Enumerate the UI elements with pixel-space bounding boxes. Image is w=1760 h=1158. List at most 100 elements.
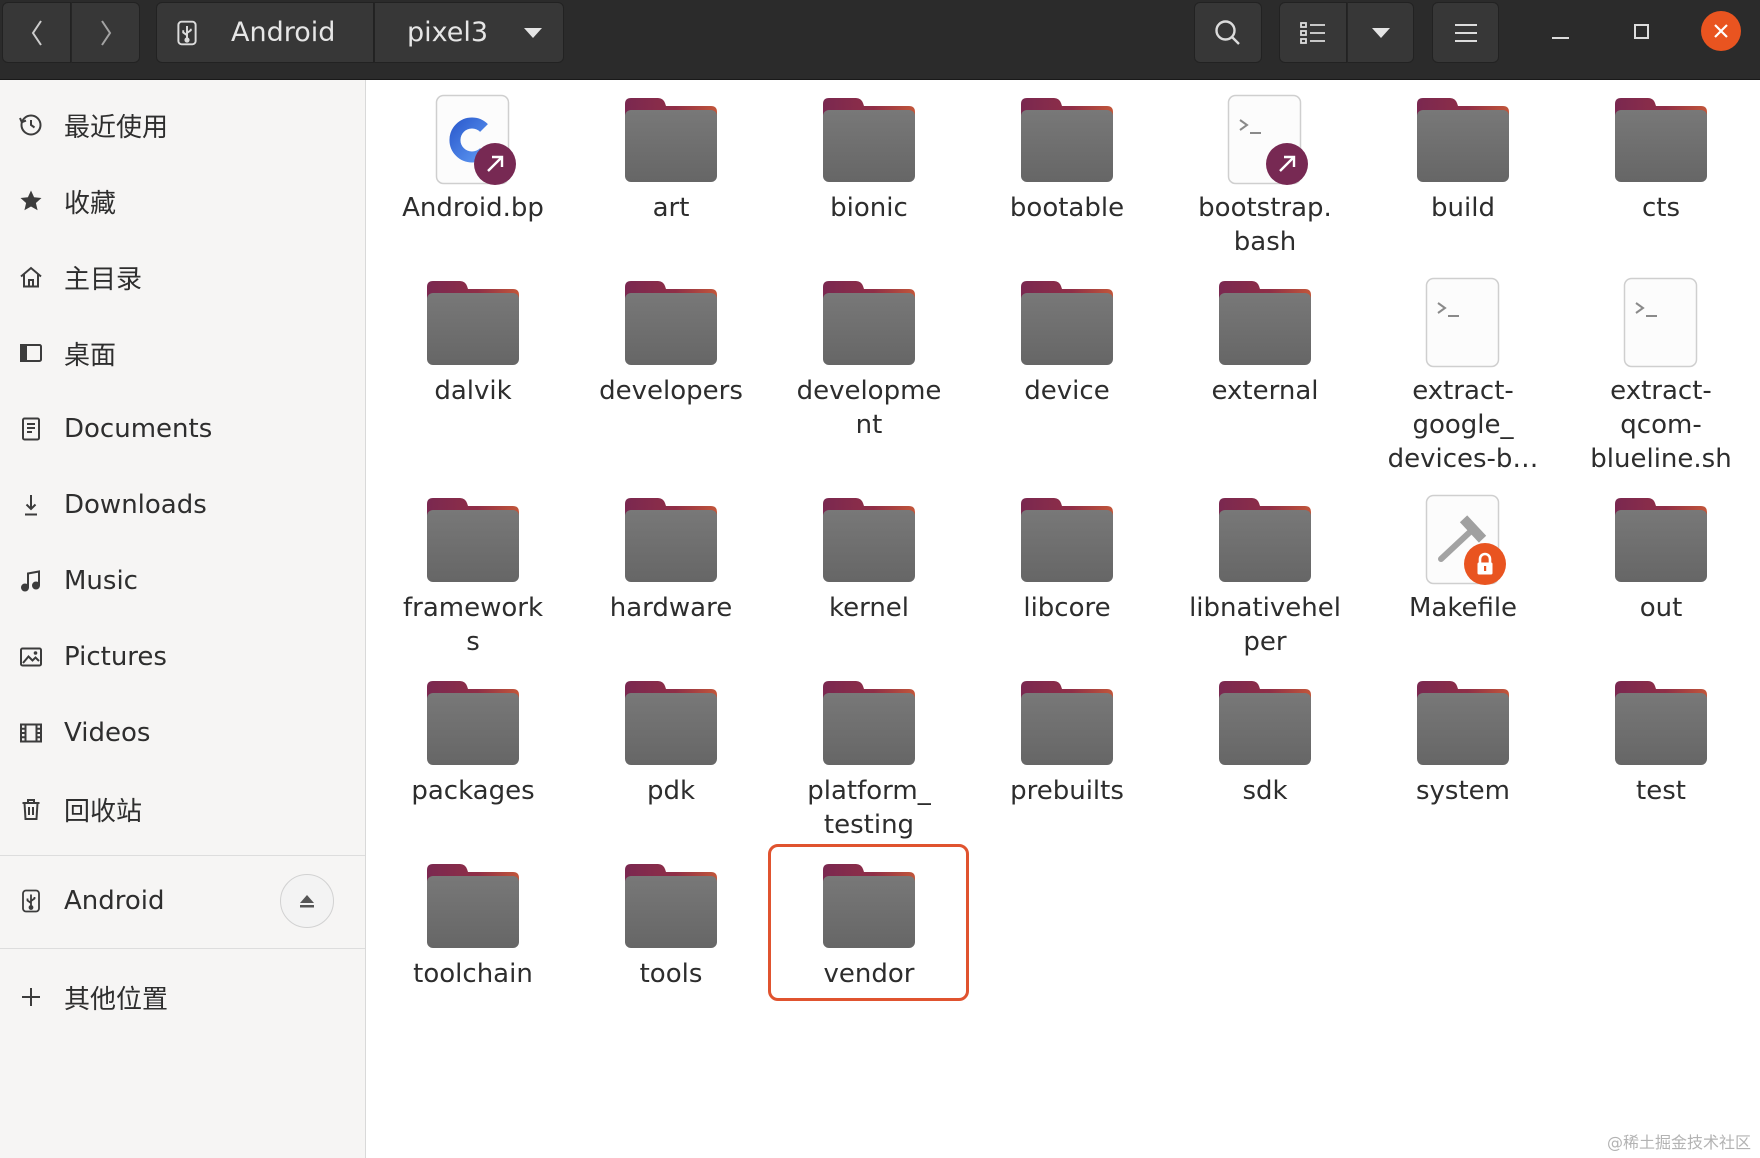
folder-icon [819, 276, 919, 368]
folder-item[interactable]: kernel [774, 493, 964, 625]
folder-icon [1611, 493, 1711, 585]
item-label: hardware [609, 593, 733, 623]
view-options-button[interactable] [1347, 2, 1414, 63]
sidebar-device-android[interactable]: Android [0, 863, 365, 939]
folder-icon [621, 493, 721, 585]
item-label: system [1416, 776, 1510, 806]
folder-item[interactable]: bootable [972, 93, 1162, 225]
lock-badge-icon [1463, 542, 1507, 586]
dropdown-triangle-icon[interactable] [524, 28, 542, 38]
sidebar-item-music[interactable]: Music [0, 543, 365, 619]
folder-item[interactable]: sdk [1170, 676, 1360, 808]
sidebar-item-downloads[interactable]: Downloads [0, 467, 365, 543]
folder-item[interactable]: tools [576, 859, 766, 991]
item-label: pdk [646, 776, 696, 806]
folder-item[interactable]: out [1566, 493, 1756, 625]
folder-item[interactable]: hardware [576, 493, 766, 625]
folder-item[interactable]: dalvik [378, 276, 568, 408]
eject-button[interactable] [280, 874, 334, 928]
item-label: libcore [1023, 593, 1111, 623]
star-icon [18, 188, 44, 214]
sidebar-item-home[interactable]: 主目录 [0, 239, 365, 315]
music-icon [18, 568, 44, 594]
folder-icon [1611, 93, 1711, 185]
back-button[interactable] [2, 2, 71, 63]
sidebar-item-label: 收藏 [64, 188, 117, 219]
folder-icon [1017, 676, 1117, 768]
folder-item[interactable]: build [1368, 93, 1558, 225]
item-label: prebuilts [1010, 776, 1124, 806]
folder-item[interactable]: bionic [774, 93, 964, 225]
sidebar-item-label: 回收站 [64, 796, 143, 827]
folder-item[interactable]: art [576, 93, 766, 225]
sidebar-item-trash[interactable]: 回收站 [0, 771, 365, 847]
folder-item[interactable]: developme nt [774, 276, 964, 442]
search-button[interactable] [1194, 2, 1262, 63]
item-label: packages [411, 776, 535, 806]
file-item[interactable]: extract- qcom- blueline.sh [1566, 276, 1756, 476]
sidebar-separator [0, 855, 365, 856]
sidebar-item-documents[interactable]: Documents [0, 391, 365, 467]
folder-item[interactable]: cts [1566, 93, 1756, 225]
folder-item[interactable]: vendor [774, 859, 964, 991]
folder-item[interactable]: toolchain [378, 859, 568, 991]
back-chevron-icon [31, 19, 42, 46]
sidebar-item-videos[interactable]: Videos [0, 695, 365, 771]
item-label: out [1639, 593, 1683, 623]
watermark: @稀土掘金技术社区 [1606, 1133, 1751, 1152]
pictures-icon [18, 644, 44, 670]
folder-icon [819, 493, 919, 585]
item-label: build [1431, 193, 1495, 223]
folder-icon [1017, 276, 1117, 368]
c-source-file-icon [423, 93, 523, 185]
close-button[interactable] [1701, 11, 1741, 51]
home-icon [18, 264, 44, 290]
item-label: kernel [828, 593, 910, 623]
symlink-badge-icon [473, 142, 517, 186]
folder-icon [423, 676, 523, 768]
folder-item[interactable]: device [972, 276, 1162, 408]
folder-item[interactable]: system [1368, 676, 1558, 808]
item-label: external [1211, 376, 1319, 406]
header-bar: Android pixel3 [0, 0, 1760, 80]
file-item[interactable]: Makefile [1368, 493, 1558, 625]
folder-item[interactable]: framework s [378, 493, 568, 659]
folder-item[interactable]: libnativehel per [1170, 493, 1360, 659]
path-segment-device[interactable]: Android [156, 2, 374, 63]
maximize-icon[interactable] [1634, 24, 1649, 39]
menu-button[interactable] [1432, 2, 1499, 63]
sidebar-item-recent[interactable]: 最近使用 [0, 87, 365, 163]
item-label: cts [1641, 193, 1681, 223]
file-item[interactable]: Android.bp [378, 93, 568, 225]
minimize-icon[interactable] [1552, 37, 1569, 39]
folder-item[interactable]: libcore [972, 493, 1162, 625]
folder-item[interactable]: test [1566, 676, 1756, 808]
sidebar-item-label: Pictures [64, 642, 167, 672]
sidebar-item-label: 其他位置 [64, 984, 169, 1015]
file-item[interactable]: bootstrap. bash [1170, 93, 1360, 259]
folder-icon [1215, 276, 1315, 368]
shell-script-icon [1413, 276, 1513, 368]
file-item[interactable]: extract- google_ devices-b… [1368, 276, 1558, 476]
folder-item[interactable]: external [1170, 276, 1360, 408]
folder-item[interactable]: platform_ testing [774, 676, 964, 842]
folder-item[interactable]: pdk [576, 676, 766, 808]
sidebar-item-label: 桌面 [64, 340, 117, 371]
videos-icon [18, 720, 44, 746]
forward-button[interactable] [71, 2, 140, 63]
path-segment-current[interactable]: pixel3 [374, 2, 564, 63]
folder-item[interactable]: packages [378, 676, 568, 808]
folder-item[interactable]: developers [576, 276, 766, 408]
folder-icon [819, 93, 919, 185]
folder-item[interactable]: prebuilts [972, 676, 1162, 808]
sidebar-item-starred[interactable]: 收藏 [0, 163, 365, 239]
item-label: art [652, 193, 690, 223]
sidebar-item-other-locations[interactable]: 其他位置 [0, 959, 365, 1035]
sidebar: 最近使用 收藏 主目录 桌面 Documents Downloads Music… [0, 80, 366, 1158]
sidebar-item-desktop[interactable]: 桌面 [0, 315, 365, 391]
shell-script-icon [1611, 276, 1711, 368]
list-view-button[interactable] [1279, 2, 1347, 63]
sidebar-item-label: Documents [64, 414, 213, 444]
sidebar-item-pictures[interactable]: Pictures [0, 619, 365, 695]
makefile-icon [1413, 493, 1513, 585]
